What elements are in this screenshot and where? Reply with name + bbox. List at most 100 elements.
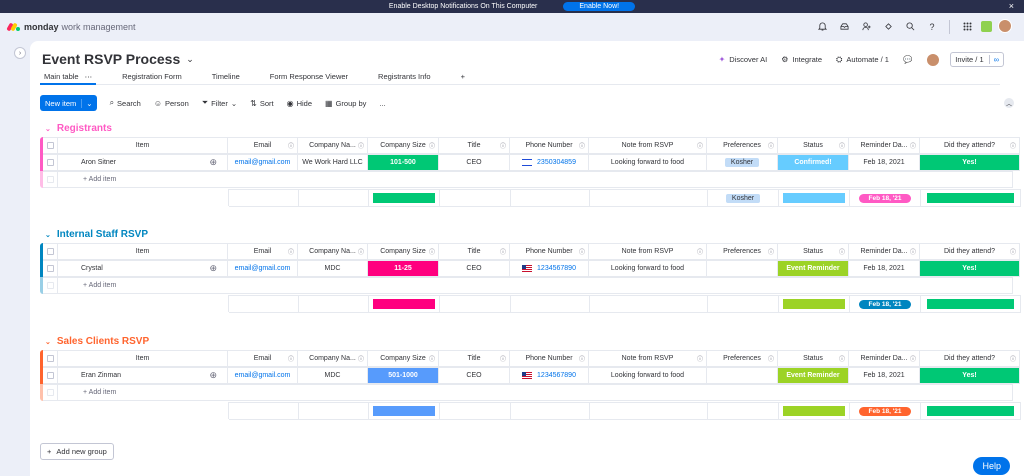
apps-grid-icon[interactable]	[956, 22, 978, 33]
tab-main-table[interactable]: Main table ⋯	[40, 71, 97, 85]
info-icon[interactable]: ⓘ	[429, 354, 435, 363]
tab-registration-form[interactable]: Registration Form	[118, 71, 186, 85]
info-icon[interactable]: ⓘ	[910, 141, 916, 150]
table-row[interactable]: Aron Sitner ⊕ email@gmail.com We Work Har…	[40, 154, 1020, 171]
column-header[interactable]: Note from RSVP ⓘ	[589, 137, 707, 154]
add-item-input[interactable]: + Add item	[58, 171, 1013, 188]
person-filter-button[interactable]: ☺ Person	[154, 99, 189, 108]
note-cell[interactable]: Looking forward to food	[589, 260, 707, 277]
chevron-down-icon[interactable]: ⌄	[45, 231, 51, 239]
reminder-date-summary[interactable]: Feb 18, '21	[850, 190, 921, 207]
table-row[interactable]: Crystal ⊕ email@gmail.com MDC 11-25 CEO 1…	[40, 260, 1020, 277]
chevron-down-icon[interactable]: ⌄	[45, 125, 51, 133]
column-header[interactable]: Company Na... ⓘ	[298, 350, 368, 367]
column-header[interactable]: Note from RSVP ⓘ	[589, 243, 707, 260]
info-icon[interactable]: ⓘ	[768, 247, 774, 256]
preferences-cell[interactable]: Kosher	[707, 154, 778, 171]
column-header[interactable]: Phone Number ⓘ	[510, 137, 589, 154]
add-item-input[interactable]: + Add item	[58, 384, 1013, 401]
column-header[interactable]: Did they attend? ⓘ	[920, 137, 1020, 154]
search-button[interactable]: ⌕ Search	[110, 98, 141, 108]
info-icon[interactable]: ⓘ	[910, 354, 916, 363]
column-header[interactable]: Company Size ⓘ	[368, 137, 439, 154]
column-header[interactable]: Did they attend? ⓘ	[920, 243, 1020, 260]
info-icon[interactable]: ⓘ	[288, 247, 294, 256]
apps-icon[interactable]	[877, 22, 899, 33]
info-icon[interactable]: ⓘ	[839, 247, 845, 256]
column-header[interactable]: Company Na... ⓘ	[298, 243, 368, 260]
column-header[interactable]: Preferences ⓘ	[707, 137, 778, 154]
note-cell[interactable]: Looking forward to food	[589, 367, 707, 384]
filter-button[interactable]: ⏷ Filter ⌄	[202, 98, 237, 108]
reminder-date-cell[interactable]: Feb 18, 2021	[849, 260, 920, 277]
add-column-button[interactable]: +	[1020, 243, 1024, 260]
tab-form-response-viewer[interactable]: Form Response Viewer	[266, 71, 352, 85]
column-header[interactable]: Email ⓘ	[228, 137, 298, 154]
close-icon[interactable]: ×	[1009, 1, 1014, 11]
column-header[interactable]: Title ⓘ	[439, 350, 510, 367]
column-header[interactable]: Company Size ⓘ	[368, 350, 439, 367]
info-icon[interactable]: ⓘ	[579, 247, 585, 256]
info-icon[interactable]: ⓘ	[697, 247, 703, 256]
reminder-date-cell[interactable]: Feb 18, 2021	[849, 367, 920, 384]
company-cell[interactable]: MDC	[298, 260, 368, 277]
help-button[interactable]: Help	[973, 457, 1010, 475]
column-header[interactable]: Reminder Da... ⓘ	[849, 137, 920, 154]
info-icon[interactable]: ⓘ	[358, 141, 364, 150]
info-icon[interactable]: ⓘ	[500, 247, 506, 256]
chevron-down-icon[interactable]: ⌄	[186, 54, 194, 65]
info-icon[interactable]: ⓘ	[768, 354, 774, 363]
column-header[interactable]: Status ⓘ	[778, 137, 849, 154]
new-item-button[interactable]: New item ⌄	[40, 95, 97, 111]
column-header[interactable]: Title ⓘ	[439, 243, 510, 260]
add-item-input[interactable]: + Add item	[58, 277, 1013, 294]
company-size-cell[interactable]: 11-25	[368, 260, 439, 277]
invite-members-icon[interactable]	[855, 21, 877, 33]
info-icon[interactable]: ⓘ	[288, 354, 294, 363]
sort-button[interactable]: ⇅ Sort	[250, 99, 273, 108]
company-size-summary[interactable]	[369, 403, 440, 420]
attended-summary[interactable]	[921, 296, 1021, 313]
preferences-cell[interactable]	[707, 260, 778, 277]
select-all-checkbox[interactable]	[43, 243, 58, 260]
info-icon[interactable]: ⓘ	[500, 141, 506, 150]
info-icon[interactable]: ⓘ	[429, 247, 435, 256]
status-summary[interactable]	[779, 296, 850, 313]
item-cell[interactable]: Eran Zinman ⊕	[58, 367, 228, 384]
email-cell[interactable]: email@gmail.com	[228, 260, 298, 277]
add-new-group-button[interactable]: + Add new group	[40, 443, 114, 460]
email-cell[interactable]: email@gmail.com	[228, 154, 298, 171]
status-summary[interactable]	[779, 190, 850, 207]
preferences-summary[interactable]: Kosher	[708, 190, 779, 207]
company-size-cell[interactable]: 501-1000	[368, 367, 439, 384]
column-header[interactable]: Email ⓘ	[228, 243, 298, 260]
company-size-summary[interactable]	[369, 296, 440, 313]
column-header[interactable]: Company Na... ⓘ	[298, 137, 368, 154]
add-item-row[interactable]: + Add item	[40, 384, 1013, 401]
chevron-down-icon[interactable]: ⌄	[81, 98, 96, 108]
info-icon[interactable]: ⓘ	[768, 141, 774, 150]
add-update-icon[interactable]: ⊕	[209, 263, 217, 274]
expand-sidebar-icon[interactable]: ›	[14, 47, 26, 59]
company-size-cell[interactable]: 101-500	[368, 154, 439, 171]
info-icon[interactable]: ⓘ	[1010, 141, 1016, 150]
email-cell[interactable]: email@gmail.com	[228, 367, 298, 384]
automate-button[interactable]: ⛭ Automate / 1	[836, 55, 889, 65]
title-cell[interactable]: CEO	[439, 367, 510, 384]
column-header-item[interactable]: Item	[58, 243, 228, 260]
title-cell[interactable]: CEO	[439, 260, 510, 277]
board-title[interactable]: Event RSVP Process ⌄	[42, 51, 194, 67]
info-icon[interactable]: ⓘ	[288, 141, 294, 150]
column-header[interactable]: Reminder Da... ⓘ	[849, 243, 920, 260]
info-icon[interactable]: ⓘ	[579, 141, 585, 150]
column-header[interactable]: Preferences ⓘ	[707, 243, 778, 260]
add-item-row[interactable]: + Add item	[40, 171, 1013, 188]
column-header[interactable]: Phone Number ⓘ	[510, 243, 589, 260]
column-header[interactable]: Email ⓘ	[228, 350, 298, 367]
status-cell[interactable]: Event Reminder	[778, 367, 849, 384]
add-update-icon[interactable]: ⊕	[209, 370, 217, 381]
add-column-button[interactable]: +	[1020, 350, 1024, 367]
preferences-cell[interactable]	[707, 367, 778, 384]
group-by-button[interactable]: ▦ Group by	[325, 99, 366, 108]
info-icon[interactable]: ⓘ	[910, 247, 916, 256]
